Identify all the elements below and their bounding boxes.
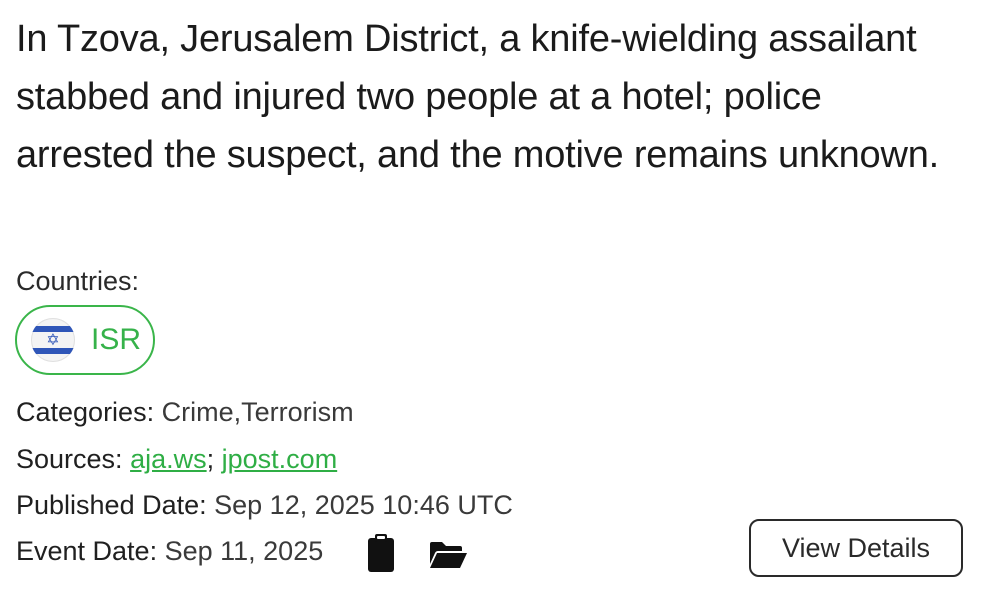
view-details-button[interactable]: View Details (749, 519, 963, 577)
sources-label: Sources: (16, 444, 123, 474)
israel-flag-icon: ✡ (31, 318, 75, 362)
sources-separator: ; (206, 444, 215, 474)
source-link-aja[interactable]: aja.ws (130, 444, 207, 474)
country-code: ISR (91, 323, 142, 356)
published-date-value: Sep 12, 2025 10:46 UTC (214, 490, 513, 520)
published-date-label: Published Date: (16, 490, 207, 520)
event-date-label: Event Date: (16, 536, 158, 566)
country-chip-isr[interactable]: ✡ ISR (15, 305, 155, 375)
clipboard-icon[interactable] (367, 533, 395, 573)
countries-label: Countries: (16, 266, 140, 296)
event-headline: In Tzova, Jerusalem District, a knife-wi… (16, 18, 940, 176)
folder-open-icon[interactable] (428, 540, 468, 570)
event-card: In Tzova, Jerusalem District, a knife-wi… (0, 0, 982, 596)
categories-value: Crime,Terrorism (161, 397, 354, 427)
published-date-row: Published Date: Sep 12, 2025 10:46 UTC (16, 490, 513, 520)
categories-row: Categories: Crime,Terrorism (16, 397, 354, 427)
categories-label: Categories: (16, 397, 155, 427)
event-date-row: Event Date: Sep 11, 2025 (16, 536, 323, 566)
event-date-value: Sep 11, 2025 (164, 536, 324, 566)
sources-row: Sources: aja.ws; jpost.com (16, 444, 337, 474)
source-link-jpost[interactable]: jpost.com (222, 444, 338, 474)
